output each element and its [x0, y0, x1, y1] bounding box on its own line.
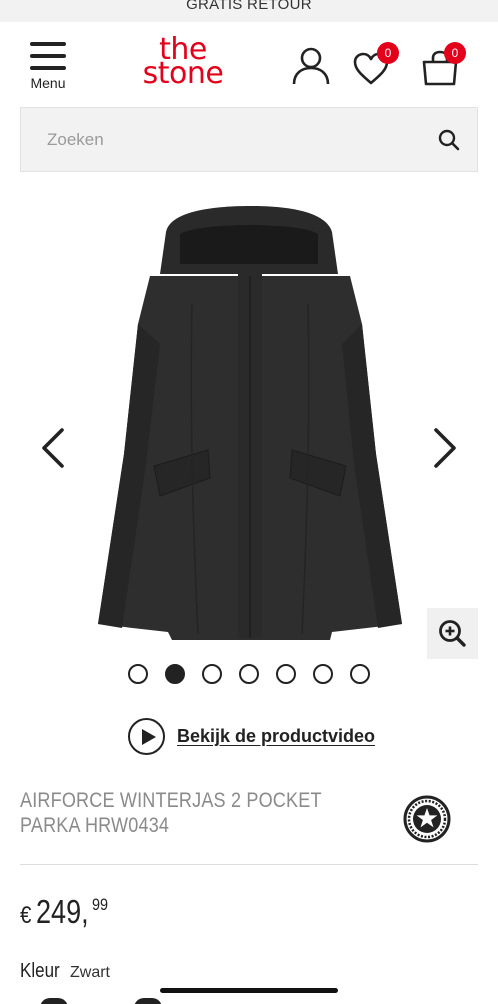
carousel-dot[interactable] — [239, 664, 259, 684]
menu-label: Menu — [30, 75, 66, 91]
wishlist-button[interactable]: 0 — [353, 42, 399, 86]
brand-logo[interactable] — [403, 795, 451, 843]
chevron-left-icon — [42, 428, 64, 468]
carousel-dot[interactable] — [128, 664, 148, 684]
promo-banner-text: GRATIS RETOUR — [186, 0, 312, 13]
carousel-dot[interactable] — [202, 664, 222, 684]
chevron-right-icon — [434, 428, 456, 468]
promo-banner: GRATIS RETOUR — [0, 0, 498, 22]
zoom-button[interactable] — [427, 608, 478, 659]
carousel-dot[interactable] — [350, 664, 370, 684]
account-button[interactable] — [292, 46, 330, 86]
color-swatches — [0, 994, 498, 1004]
divider — [20, 864, 478, 865]
carousel-pagination — [0, 664, 498, 686]
color-swatch[interactable] — [40, 998, 68, 1004]
product-video-label: Bekijk de productvideo — [177, 726, 376, 746]
carousel-dot-active[interactable] — [165, 664, 185, 684]
carousel-dot[interactable] — [276, 664, 296, 684]
color-info: Kleur Zwart — [20, 960, 110, 983]
previous-image-button[interactable] — [38, 426, 68, 470]
price-cents: 99 — [92, 895, 109, 914]
site-logo[interactable]: the stone — [128, 35, 238, 91]
price-main: 249, — [35, 893, 89, 930]
product-image[interactable] — [80, 204, 420, 644]
product-gallery — [0, 190, 498, 660]
cart-count-badge: 0 — [444, 42, 466, 64]
product-title: AIRFORCE WINTERJAS 2 POCKET PARKA HRW043… — [20, 789, 322, 837]
play-icon — [128, 718, 165, 755]
cart-button[interactable]: 0 — [421, 42, 466, 86]
product-price: € 249, 99 — [20, 893, 108, 931]
hamburger-icon — [30, 42, 66, 70]
search-input[interactable] — [21, 108, 421, 171]
search-bar — [20, 107, 478, 172]
color-label: Kleur — [20, 960, 60, 982]
color-value: Zwart — [70, 964, 110, 981]
user-icon — [292, 47, 330, 85]
carousel-dot[interactable] — [313, 664, 333, 684]
zoom-in-icon — [439, 620, 466, 647]
site-header: Menu the stone 0 0 — [0, 22, 498, 106]
product-video-link[interactable]: Bekijk de productvideo — [128, 718, 388, 756]
wishlist-count-badge: 0 — [377, 42, 399, 64]
logo-line-stone: stone — [142, 56, 224, 91]
menu-button[interactable]: Menu — [26, 42, 70, 94]
search-icon[interactable] — [437, 128, 461, 152]
home-indicator — [160, 988, 338, 993]
price-currency: € — [20, 902, 32, 929]
next-image-button[interactable] — [430, 426, 460, 470]
color-swatch[interactable] — [134, 998, 162, 1004]
